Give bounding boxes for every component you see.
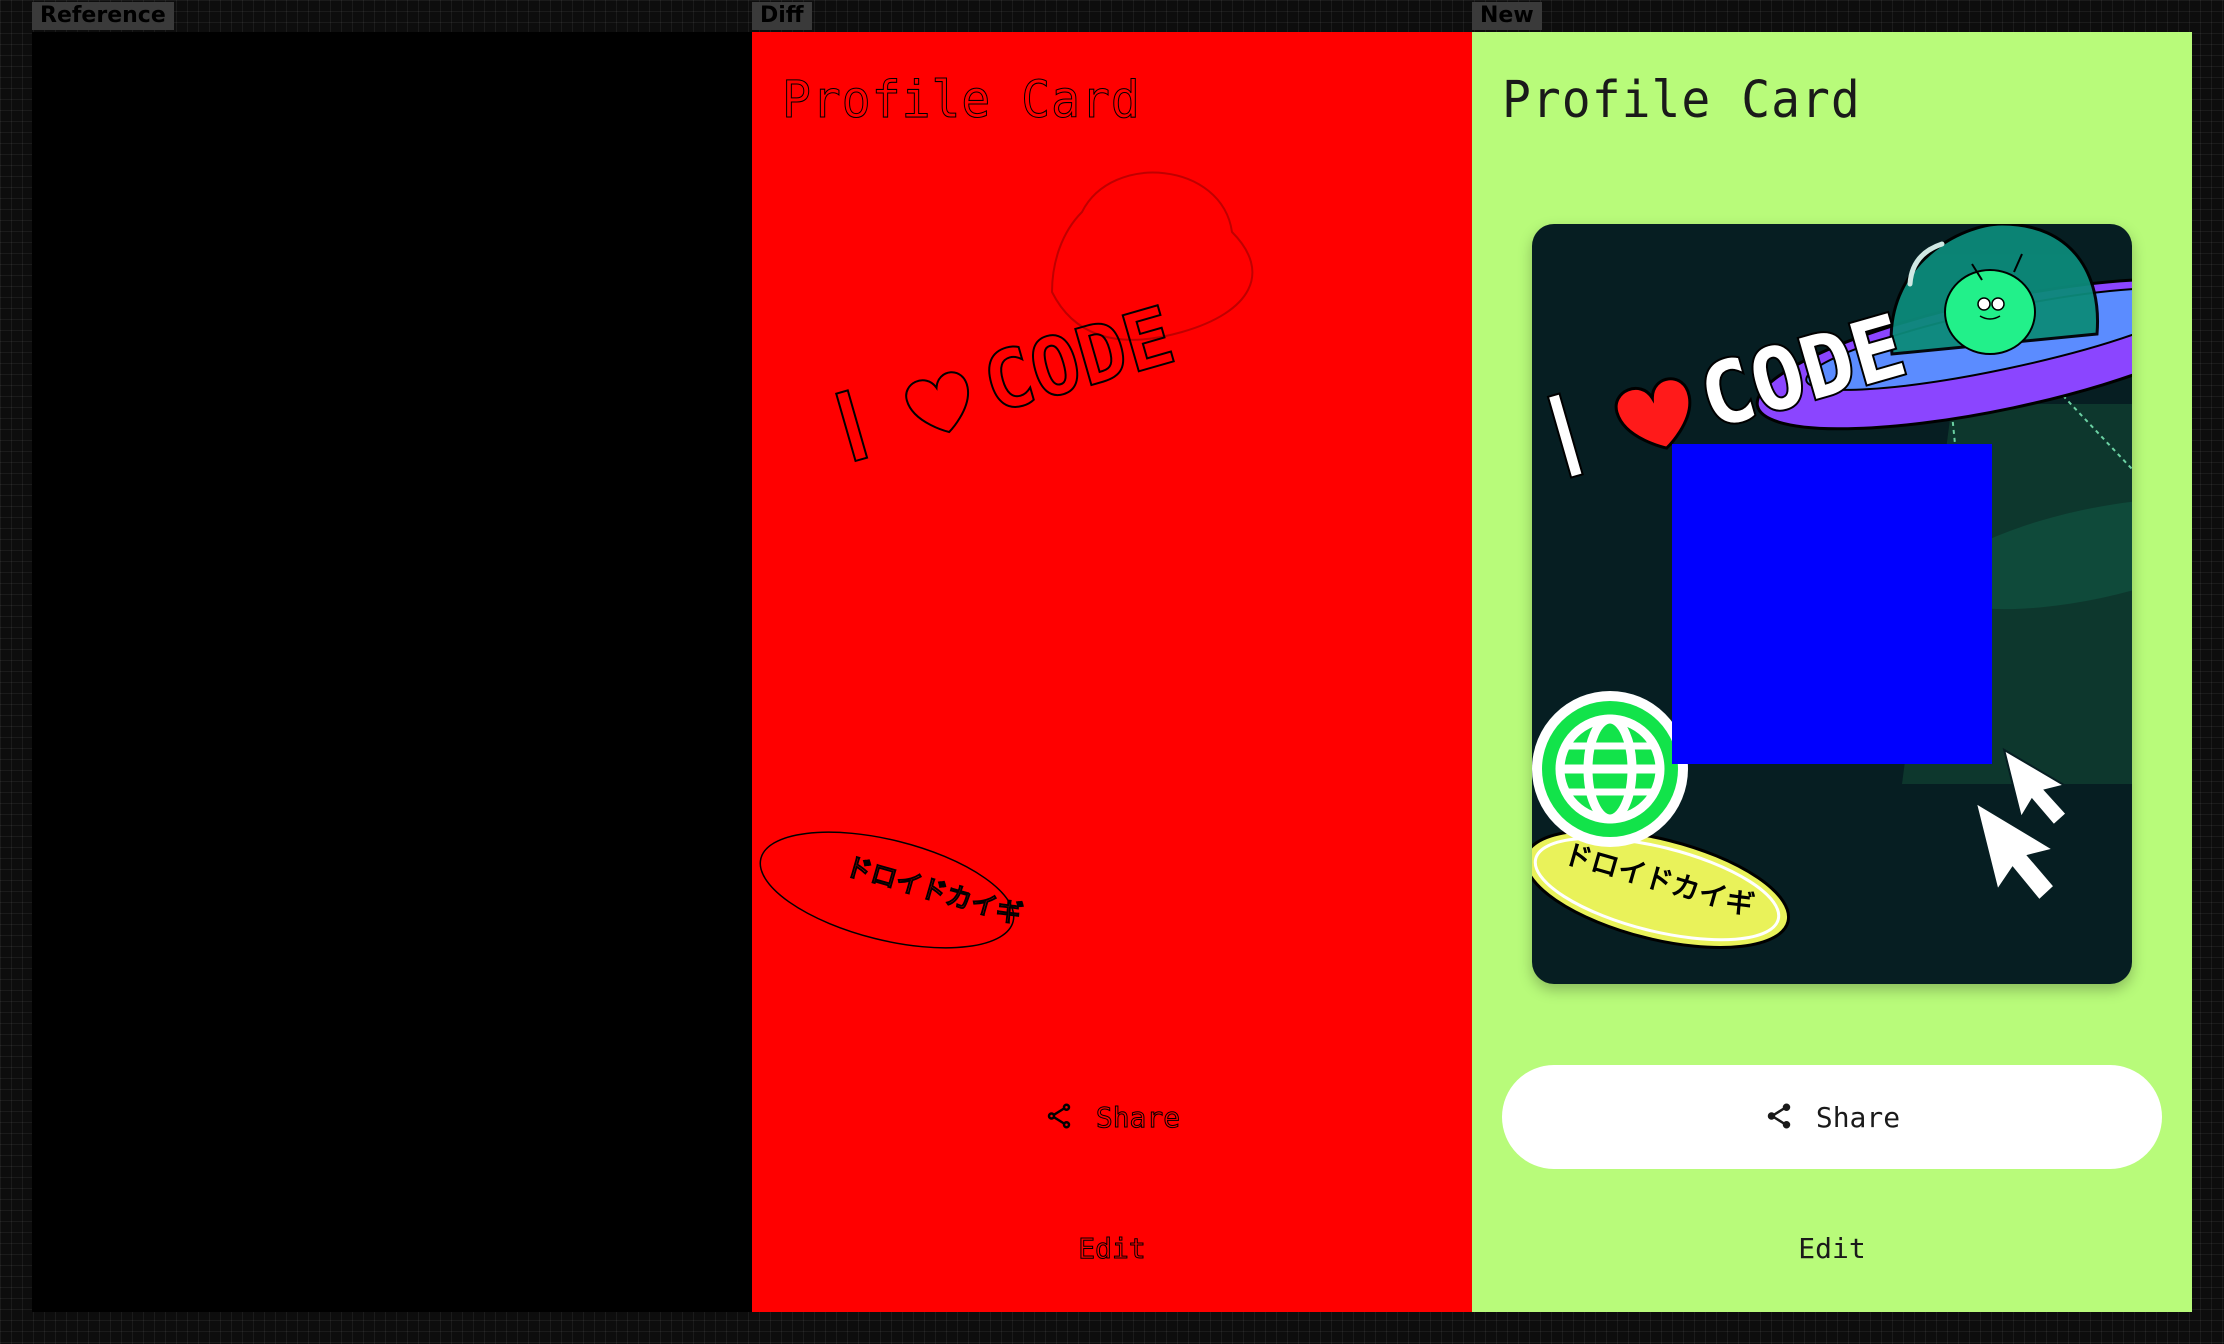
- profile-card[interactable]: I CODE ドロイドカイギ: [1532, 224, 2132, 984]
- diff-panel: Profile Card CODE ドロイドカイギ Share Edit: [752, 32, 1472, 1312]
- edit-link[interactable]: Edit: [1472, 1232, 2192, 1265]
- diff-share-button[interactable]: Share: [782, 1065, 1442, 1169]
- diff-heart-outline: [905, 371, 969, 434]
- comparison-stage: Reference Diff New Profile Card CODE ドロイ…: [0, 0, 2224, 1344]
- diff-code-outline: CODE: [973, 289, 1184, 432]
- new-tag: New: [1472, 2, 1542, 30]
- diff-edit-link[interactable]: Edit: [752, 1232, 1472, 1266]
- profile-photo: [1672, 444, 1992, 764]
- reference-tag: Reference: [32, 2, 174, 30]
- reference-panel: [32, 32, 752, 1312]
- diff-kana-text: ドロイドカイギ: [842, 852, 1025, 931]
- diff-share-label: Share: [1095, 1100, 1181, 1134]
- diff-tag: Diff: [752, 2, 812, 30]
- diff-i-outline: [834, 389, 869, 463]
- new-panel: Profile Card CODE ドロイドカイギ Share Edit: [1472, 32, 2192, 1312]
- share-button[interactable]: Share: [1502, 1065, 2162, 1169]
- page-title: Profile Card: [1502, 70, 1861, 130]
- share-label: Share: [1815, 1100, 1901, 1134]
- globe-icon: [1532, 691, 1688, 847]
- share-icon: [1764, 1101, 1794, 1134]
- share-icon: [1044, 1101, 1074, 1134]
